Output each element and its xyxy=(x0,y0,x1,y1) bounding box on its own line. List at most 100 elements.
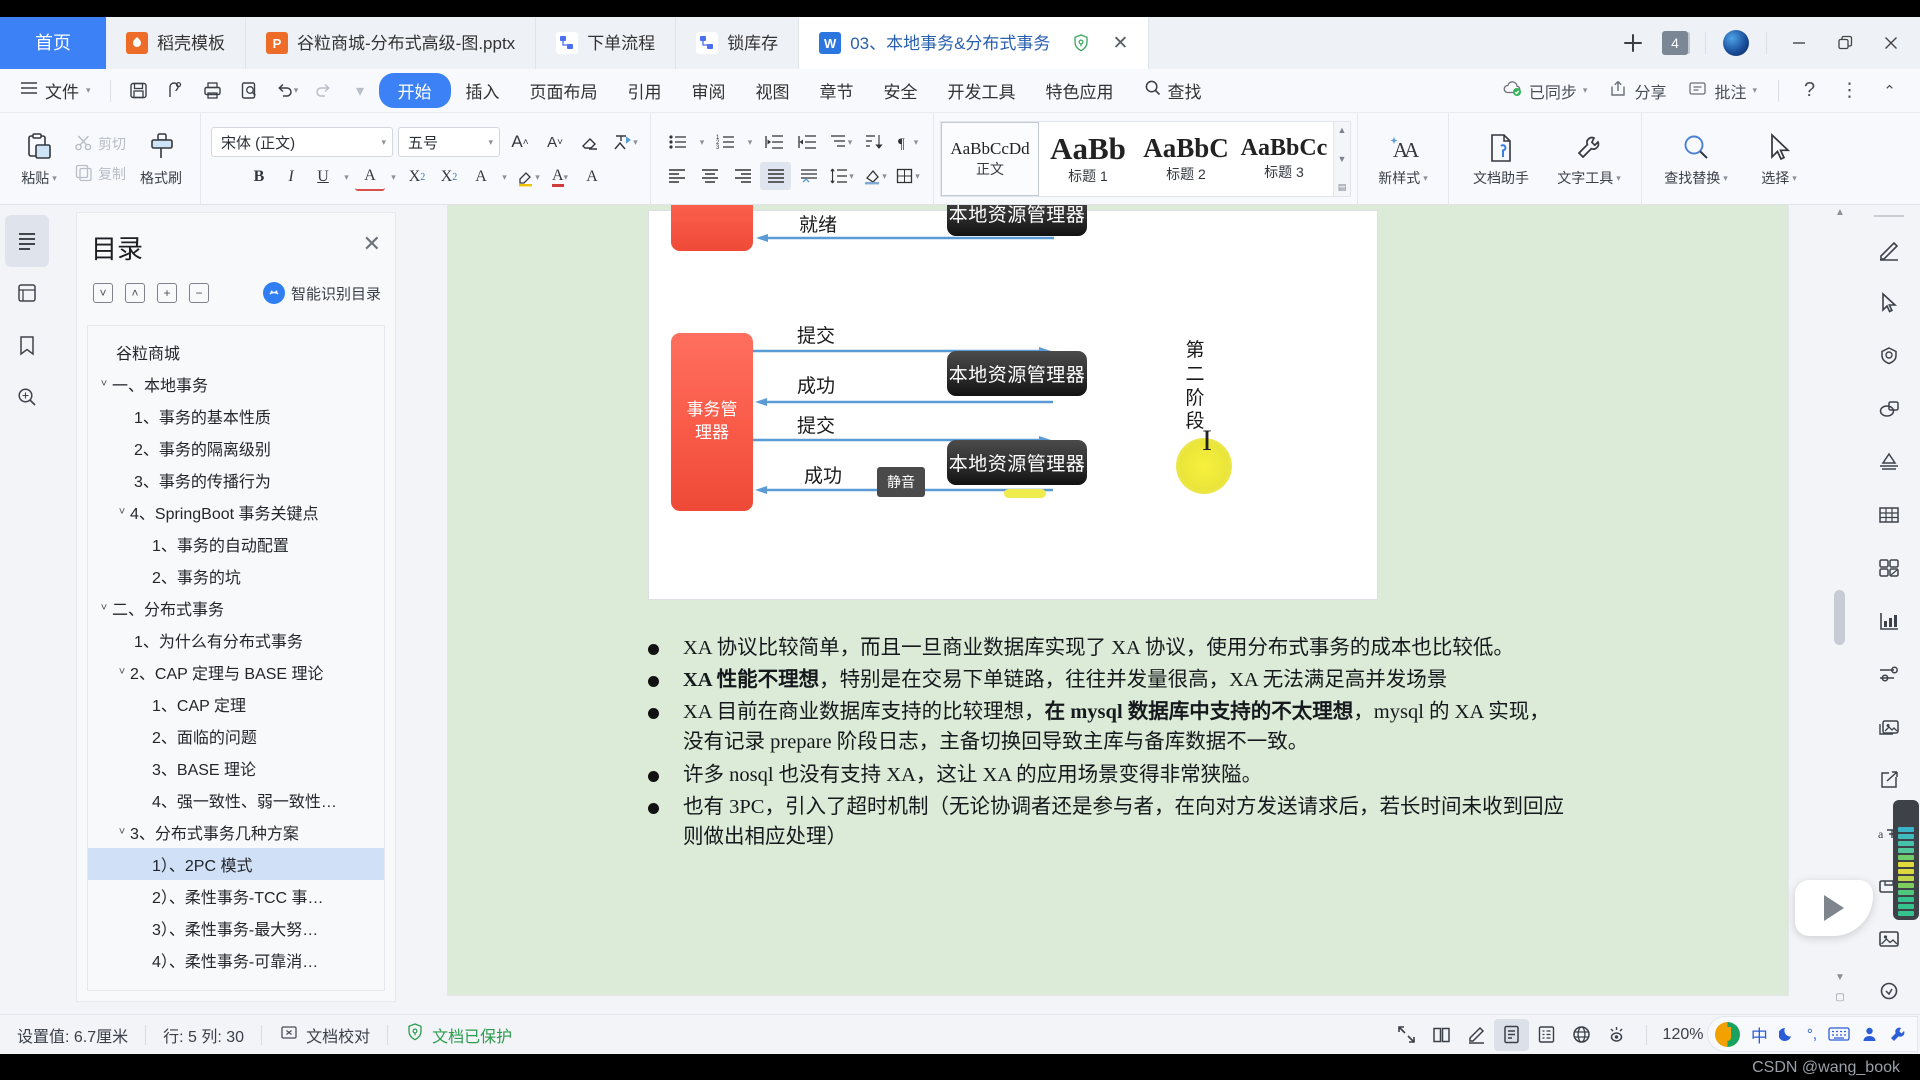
ime-mode-chinese[interactable]: 中 xyxy=(1751,1022,1768,1047)
chevron-down-icon[interactable]: ˅ xyxy=(114,666,130,678)
copy-button[interactable]: 复制 xyxy=(70,161,130,187)
tab-count-badge[interactable]: 4 xyxy=(1654,17,1696,69)
numbered-list-icon[interactable]: 123 xyxy=(711,128,742,156)
eye-protect-button[interactable] xyxy=(1599,1019,1634,1051)
tab-lock-inventory[interactable]: 锁库存 xyxy=(676,17,800,69)
toc-item-10[interactable]: ˅ 2、CAP 定理与 BASE 理论 xyxy=(88,656,384,688)
bullet-list-icon[interactable] xyxy=(663,128,694,156)
scroll-up-icon[interactable]: ▲ xyxy=(1835,207,1845,218)
document-page[interactable]: 就绪 本地资源管理器 事务管 理器 提交 成功 本地资源管理器 提交 成功 本地… xyxy=(448,205,1788,995)
chevron-down-icon[interactable]: ▾ xyxy=(342,75,379,107)
search-doc-button[interactable] xyxy=(0,371,54,423)
toc-item-13[interactable]: 3、BASE 理论 xyxy=(88,752,384,784)
pilcrow-icon[interactable]: ¶ ▾ xyxy=(891,128,922,156)
numbered-dropdown[interactable]: ▾ xyxy=(744,128,757,156)
toc-item-0[interactable]: 谷粒商城 xyxy=(88,336,384,368)
superscript-button[interactable]: X2 xyxy=(402,163,432,191)
sync-status-button[interactable]: 已同步 ▾ xyxy=(1493,75,1597,107)
collapse-all-button[interactable]: ˄ xyxy=(125,283,145,303)
toc-item-6[interactable]: 1、事务的自动配置 xyxy=(88,528,384,560)
ribbon-tab-page-layout[interactable]: 页面布局 xyxy=(515,73,613,108)
toc-item-17[interactable]: 2）、柔性事务-TCC 事… xyxy=(88,880,384,912)
redo-icon[interactable] xyxy=(305,75,342,107)
distribute-icon[interactable] xyxy=(793,162,824,190)
bar-chart-icon[interactable] xyxy=(1858,594,1920,647)
sogou-logo-icon[interactable] xyxy=(1714,1021,1740,1047)
minimize-icon[interactable] xyxy=(1776,17,1822,69)
tab-docer-template[interactable]: 稻壳模板 xyxy=(106,17,246,69)
fullscreen-button[interactable] xyxy=(1389,1019,1424,1051)
subscript-button[interactable]: X2 xyxy=(434,163,464,191)
document-canvas[interactable]: 就绪 本地资源管理器 事务管 理器 提交 成功 本地资源管理器 提交 成功 本地… xyxy=(400,205,1870,1025)
outline-panel-button[interactable] xyxy=(5,215,49,267)
clear-format-button[interactable] xyxy=(575,128,605,156)
tab-order-flow[interactable]: 下单流程 xyxy=(536,17,677,69)
ribbon-tab-featured-apps[interactable]: 特色应用 xyxy=(1031,73,1129,108)
ribbon-search-button[interactable]: 查找 xyxy=(1129,73,1217,108)
smart-toc-button[interactable]: 智能识别目录 xyxy=(262,282,381,304)
sort-icon[interactable] xyxy=(858,128,889,156)
toc-item-list[interactable]: 谷粒商城 ˅ 一、本地事务 1、事务的基本性质 2、事务的隔离级别 3、事务的传播… xyxy=(87,325,385,991)
bullet-item-1[interactable]: XA 性能不理想，特别是在交易下单链路，往往并发量很高，XA 无法满足高并发场景 xyxy=(648,665,1568,695)
strikethrough-button[interactable]: A xyxy=(355,163,385,191)
align-justify-icon[interactable] xyxy=(760,162,791,190)
document-bullet-list[interactable]: XA 协议比较简单，而且一旦商业数据库实现了 XA 协议，使用分布式事务的成本也… xyxy=(648,633,1568,854)
ribbon-tab-start[interactable]: 开始 xyxy=(378,73,451,108)
font-size-select[interactable]: 五号 ▾ xyxy=(398,127,500,157)
close-icon[interactable]: ✕ xyxy=(363,231,381,257)
bullet-item-0[interactable]: XA 协议比较简单，而且一旦商业数据库实现了 XA 协议，使用分布式事务的成本也… xyxy=(648,633,1568,663)
page-view-button[interactable] xyxy=(1493,1018,1529,1051)
ime-moon-icon[interactable] xyxy=(1778,1026,1796,1043)
bullet-item-3[interactable]: 许多 nosql 也没有支持 XA，这让 XA 的应用场景变得非常狭隘。 xyxy=(648,760,1568,790)
text-effect-dropdown[interactable]: ▾ xyxy=(498,163,511,191)
outline-view-button[interactable] xyxy=(1529,1019,1564,1051)
proofread-button[interactable]: 文档校对 xyxy=(262,1023,387,1047)
ribbon-tab-review[interactable]: 审阅 xyxy=(677,73,741,108)
shapes-icon[interactable] xyxy=(1858,382,1920,435)
ime-tools-icon[interactable] xyxy=(1889,1026,1906,1043)
close-icon[interactable] xyxy=(1868,17,1914,69)
expand-level-button[interactable]: + xyxy=(157,283,177,303)
highlight-button[interactable]: ▾ xyxy=(513,163,543,191)
ime-keyboard-icon[interactable] xyxy=(1828,1026,1850,1042)
bullet-item-4[interactable]: 也有 3PC，引入了超时机制（无论协调者还是参与者，在向对方发送请求后，若长时间… xyxy=(648,792,1568,852)
shrink-font-button[interactable]: A ˅ xyxy=(540,128,570,156)
prev-page-icon[interactable]: ▢ xyxy=(1835,992,1845,1003)
doc-assistant-button[interactable]: 文档助手 xyxy=(1457,130,1545,188)
more-styles-icon[interactable]: ▤ xyxy=(1338,182,1347,193)
font-family-select[interactable]: 宋体 (正文) ▾ xyxy=(211,127,393,157)
strikethrough-dropdown[interactable]: ▾ xyxy=(387,163,400,191)
paste-button[interactable]: 粘贴 ▾ xyxy=(8,130,70,188)
underline-button[interactable]: U xyxy=(308,163,338,191)
toc-item-9[interactable]: 1、为什么有分布式事务 xyxy=(88,624,384,656)
cursor-icon[interactable] xyxy=(1858,276,1920,329)
toc-item-12[interactable]: 2、面临的问题 xyxy=(88,720,384,752)
more-vertical-icon[interactable]: ⋮ xyxy=(1831,75,1868,107)
style-normal[interactable]: AaBbCcDd 正文 xyxy=(941,122,1039,196)
underline-dropdown[interactable]: ▾ xyxy=(340,163,353,191)
align-center-icon[interactable] xyxy=(694,162,725,190)
sliders-icon[interactable] xyxy=(1858,647,1920,700)
pen-icon[interactable] xyxy=(1858,223,1920,276)
find-replace-button[interactable]: 查找替换 ▾ xyxy=(1650,130,1742,188)
toc-item-4[interactable]: 3、事务的传播行为 xyxy=(88,464,384,496)
italic-button[interactable]: I xyxy=(276,163,306,191)
shading-icon[interactable]: ▾ xyxy=(859,162,890,190)
ink-view-button[interactable] xyxy=(1459,1019,1494,1051)
chevron-up-icon[interactable]: ▲ xyxy=(1338,125,1347,135)
indent-icon[interactable] xyxy=(792,128,823,156)
file-menu-button[interactable]: 文件 ▾ xyxy=(10,78,101,103)
style-heading-1[interactable]: AaBb 标题 1 xyxy=(1039,122,1137,196)
toc-item-14[interactable]: 4、强一致性、弱一致性… xyxy=(88,784,384,816)
scroll-down-icon[interactable]: ▼ xyxy=(1835,972,1845,983)
cut-button[interactable]: 剪切 xyxy=(70,131,130,157)
text-tool-button[interactable]: 文字工具 ▾ xyxy=(1545,130,1633,188)
reading-view-button[interactable] xyxy=(1424,1019,1459,1051)
shield-icon[interactable] xyxy=(1071,33,1091,53)
comment-button[interactable]: 批注 ▾ xyxy=(1678,75,1766,107)
toc-item-2pc-selected[interactable]: 1）、2PC 模式 xyxy=(88,848,384,880)
toc-item-1[interactable]: ˅ 一、本地事务 xyxy=(88,368,384,400)
close-icon[interactable]: ✕ xyxy=(1112,32,1128,55)
toc-item-2[interactable]: 1、事务的基本性质 xyxy=(88,400,384,432)
scrollbar-thumb[interactable] xyxy=(1834,590,1845,645)
